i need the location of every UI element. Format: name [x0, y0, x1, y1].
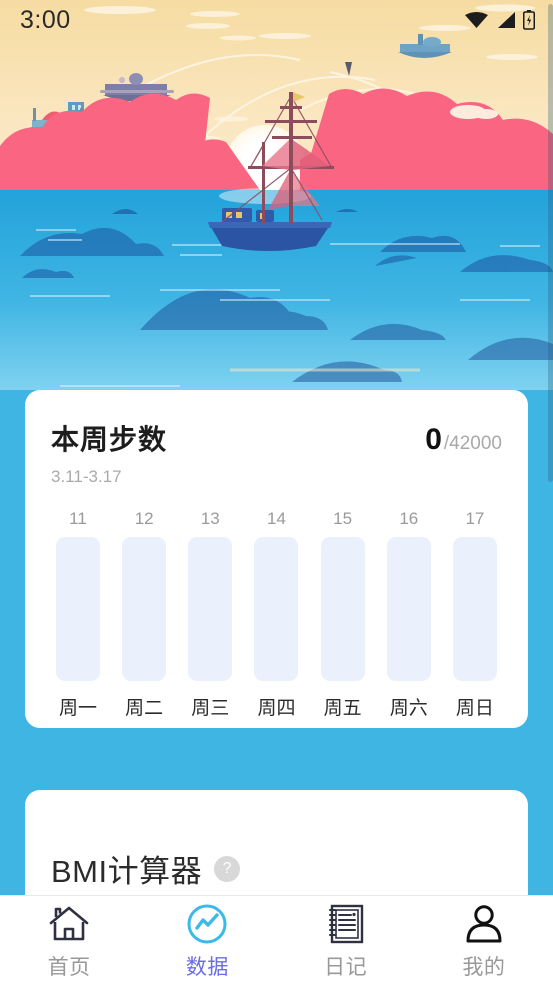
chart-day-number: 12	[134, 509, 154, 528]
steps-card-title: 本周步数	[51, 424, 168, 455]
chart-column: 16 周六	[384, 509, 434, 720]
tab-label-diary: 日记	[324, 956, 368, 979]
status-system-icons	[464, 10, 535, 30]
tab-data[interactable]: 数据	[138, 896, 276, 984]
home-icon	[47, 903, 91, 945]
chart-circle-icon	[186, 903, 228, 945]
chart-weekday-label: 周三	[191, 698, 230, 719]
status-clock: 3:00	[20, 5, 71, 34]
battery-charging-icon	[523, 10, 535, 30]
chart-column: 14 周四	[251, 509, 301, 720]
chart-bar-track	[56, 537, 100, 681]
chart-column: 15 周五	[318, 509, 368, 720]
tab-label-profile: 我的	[462, 956, 506, 979]
chart-day-number: 11	[69, 509, 87, 528]
chart-day-number: 17	[465, 509, 485, 528]
tab-home[interactable]: 首页	[0, 896, 138, 984]
page-scrollbar[interactable]	[548, 0, 553, 895]
steps-current-value: 0	[425, 423, 442, 456]
bmi-title-row: BMI计算器 ?	[51, 846, 502, 891]
chart-weekday-label: 周一	[58, 698, 97, 719]
chart-bar-track	[188, 537, 233, 681]
chart-bar-track	[452, 537, 497, 681]
steps-goal-value: /42000	[443, 433, 502, 454]
chart-column: 17 周日	[450, 509, 500, 720]
chart-day-number: 14	[267, 509, 286, 528]
tab-label-home: 首页	[47, 956, 91, 979]
page-scrollbar-thumb[interactable]	[548, 4, 553, 482]
scroll-content[interactable]: 本周步数 0/42000 3.11-3.17 11 周一 12 周二 13 周三 14 周四 1…	[0, 390, 553, 950]
chart-weekday-label: 周四	[257, 698, 296, 719]
weekly-steps-bar-chart: 11 周一 12 周二 13 周三 14 周四 15 周五 16 周六 17 周日	[51, 509, 502, 720]
weekly-steps-card[interactable]: 本周步数 0/42000 3.11-3.17 11 周一 12 周二 13 周三 14 周四 1…	[25, 390, 528, 728]
steps-date-range: 3.11-3.17	[51, 467, 122, 486]
bmi-card-title: BMI计算器	[51, 854, 203, 889]
wifi-icon	[465, 12, 488, 28]
chart-bar-track	[122, 537, 167, 681]
tab-diary[interactable]: 日记	[277, 896, 415, 984]
tab-label-data: 数据	[185, 956, 229, 979]
chart-bar-track	[386, 537, 431, 681]
chart-weekday-label: 周日	[455, 698, 494, 719]
chart-weekday-label: 周六	[389, 698, 428, 719]
chart-bar-track	[320, 537, 365, 681]
chart-column: 11 周一	[53, 509, 103, 720]
tab-profile[interactable]: 我的	[415, 896, 553, 984]
person-icon	[463, 903, 505, 945]
steps-count-group: 0/42000	[425, 423, 502, 457]
help-question-icon[interactable]: ?	[214, 855, 241, 882]
chart-weekday-label: 周二	[125, 698, 164, 719]
bottom-tab-bar: 首页 数据 日记 我的	[0, 895, 553, 984]
chart-day-number: 15	[333, 509, 353, 528]
chart-day-number: 13	[200, 509, 220, 528]
cellular-signal-icon	[498, 12, 515, 28]
chart-column: 13 周三	[185, 509, 235, 720]
chart-weekday-label: 周五	[323, 698, 362, 719]
status-bar: 3:00	[0, 0, 553, 40]
chart-column: 12 周二	[119, 509, 169, 720]
steps-header: 本周步数 0/42000	[51, 418, 502, 458]
hero-illustration	[0, 0, 553, 390]
chart-bar-track	[254, 537, 299, 681]
chart-day-number: 16	[399, 509, 419, 528]
notebook-icon	[326, 903, 366, 945]
